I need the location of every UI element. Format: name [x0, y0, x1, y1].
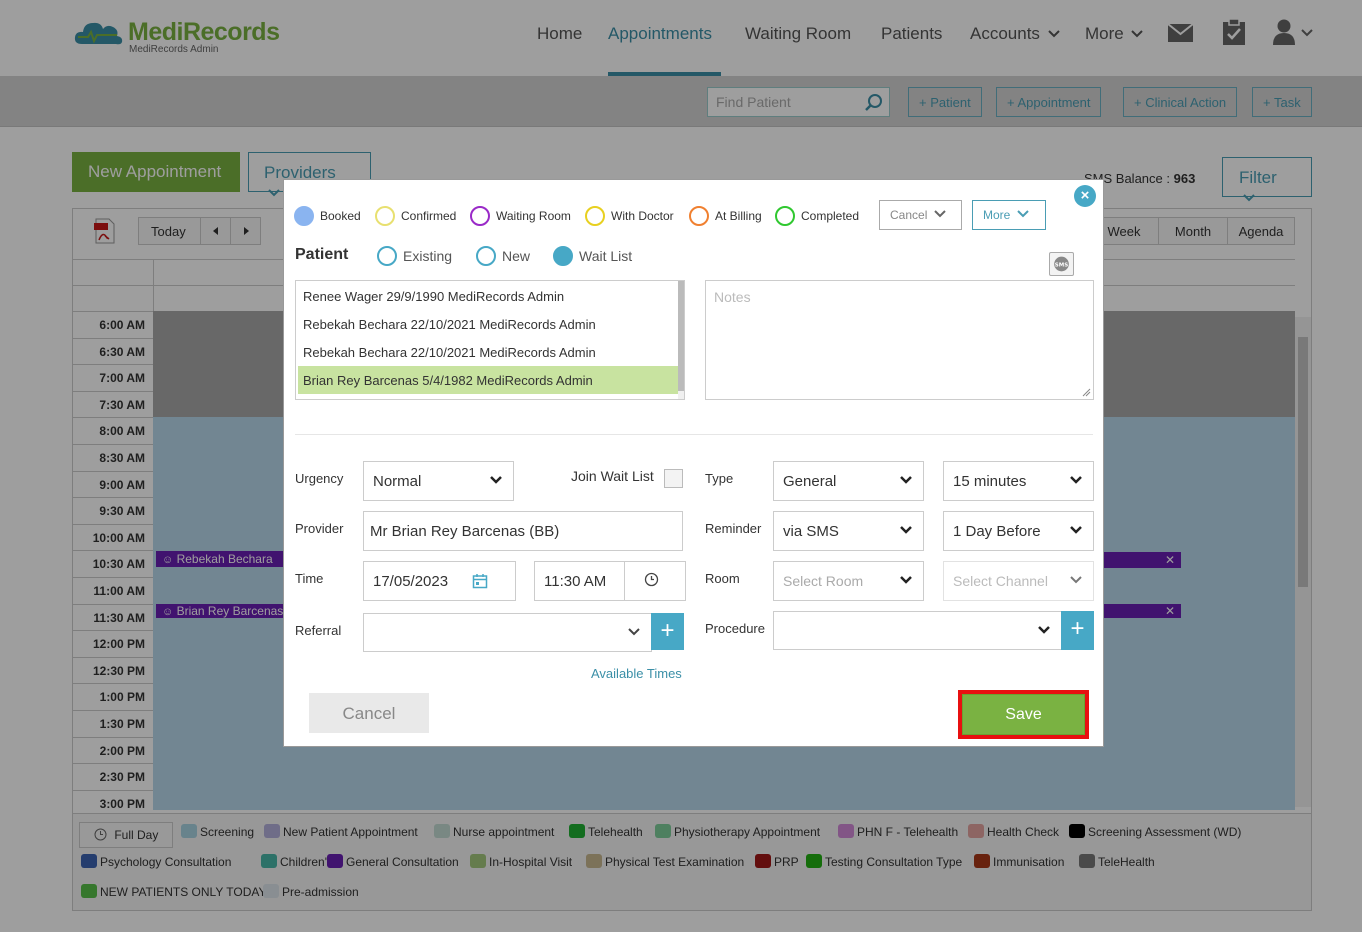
chevron-down-icon [900, 526, 912, 534]
cancel-select-label: Cancel [890, 208, 928, 222]
status-option[interactable]: Waiting Room [470, 206, 571, 226]
urgency-label: Urgency [295, 471, 344, 486]
patient-list-item-selected[interactable]: Brian Rey Barcenas 5/4/1982 MediRecords … [298, 366, 678, 394]
close-icon[interactable]: × [1074, 185, 1096, 207]
procedure-select[interactable] [773, 611, 1062, 650]
patient-list-item[interactable]: Rebekah Bechara 22/10/2021 MediRecords A… [298, 310, 678, 338]
reminder-time-select[interactable]: 1 Day Before [943, 511, 1094, 551]
provider-label: Provider [295, 521, 344, 536]
status-option[interactable]: Completed [775, 206, 859, 226]
patient-mode-new[interactable]: New [476, 246, 530, 266]
patient-list-item[interactable]: Rebekah Bechara 22/10/2021 MediRecords A… [298, 338, 678, 366]
resize-handle-icon[interactable] [1082, 388, 1091, 397]
time-input[interactable]: 11:30 AM [534, 561, 686, 601]
radio-icon [476, 246, 496, 266]
scroll-thumb[interactable] [678, 281, 684, 391]
duration-value: 15 minutes [953, 473, 1027, 490]
room-label: Room [705, 571, 740, 586]
patient-list-scrollbar[interactable] [678, 281, 684, 399]
join-wait-list-checkbox[interactable] [664, 469, 683, 488]
more-status-dropdown[interactable]: More [972, 200, 1046, 230]
reminder-time-value: 1 Day Before [953, 523, 1041, 540]
chevron-down-icon [1038, 626, 1050, 634]
svg-text:SMS: SMS [1055, 262, 1068, 268]
room-select[interactable]: Select Room [773, 561, 924, 601]
chevron-down-icon [933, 210, 946, 218]
status-label: Booked [320, 209, 361, 223]
referral-select[interactable] [363, 613, 652, 652]
status-label: Confirmed [401, 209, 457, 223]
chevron-down-icon [628, 628, 640, 636]
date-value: 17/05/2023 [373, 573, 449, 590]
status-ring-icon [775, 206, 795, 226]
clock-icon[interactable] [644, 572, 659, 587]
provider-input[interactable]: Mr Brian Rey Barcenas (BB) [363, 511, 683, 551]
cancel-button[interactable]: Cancel [309, 693, 429, 733]
patient-mode-label: Existing [403, 248, 453, 264]
join-wait-list-label: Join Wait List [571, 468, 654, 484]
reminder-label: Reminder [705, 521, 762, 536]
status-label: Completed [801, 209, 860, 223]
type-select[interactable]: General [773, 461, 924, 501]
status-ring-icon [375, 206, 395, 226]
procedure-label: Procedure [705, 621, 765, 636]
channel-select[interactable]: Select Channel [943, 561, 1094, 601]
time-label: Time [295, 571, 324, 586]
status-label: With Doctor [611, 209, 674, 223]
urgency-value: Normal [373, 473, 422, 490]
available-times-link[interactable]: Available Times [591, 666, 682, 681]
calendar-icon[interactable] [472, 573, 488, 589]
status-ring-icon [689, 206, 709, 226]
status-label: At Billing [715, 209, 762, 223]
chevron-down-icon [1070, 576, 1082, 584]
urgency-select[interactable]: Normal [363, 461, 514, 501]
sms-icon[interactable]: SMS [1049, 252, 1074, 276]
status-ring-icon [294, 206, 314, 226]
radio-icon [377, 246, 397, 266]
type-value: General [783, 473, 837, 490]
notes-textarea[interactable]: Notes [705, 280, 1094, 400]
referral-label: Referral [295, 623, 342, 638]
save-button[interactable]: Save [962, 694, 1085, 735]
room-placeholder: Select Room [783, 573, 864, 589]
reminder-select[interactable]: via SMS [773, 511, 924, 551]
duration-select[interactable]: 15 minutes [943, 461, 1094, 501]
time-value: 11:30 AM [544, 573, 607, 590]
chevron-down-icon [1016, 210, 1029, 218]
more-select-label: More [983, 208, 1011, 222]
patient-mode-existing[interactable]: Existing [377, 246, 452, 266]
chevron-down-icon [1070, 476, 1082, 484]
reminder-value: via SMS [783, 523, 839, 540]
patient-mode-label: Wait List [579, 248, 633, 264]
status-ring-icon [470, 206, 490, 226]
wait-list-patients: Renee Wager 29/9/1990 MediRecords Admin … [295, 280, 685, 400]
status-ring-icon [585, 206, 605, 226]
appointment-modal: × Booked Confirmed Waiting Room With Doctor… [283, 179, 1104, 747]
patient-mode-wait-list[interactable]: Wait List [553, 246, 632, 266]
status-option[interactable]: With Doctor [585, 206, 674, 226]
field-divider [624, 562, 625, 600]
cancel-status-dropdown[interactable]: Cancel [879, 200, 962, 230]
date-input[interactable]: 17/05/2023 [363, 561, 516, 601]
patient-list-item[interactable]: Renee Wager 29/9/1990 MediRecords Admin [298, 282, 678, 310]
add-referral-button[interactable]: + [651, 613, 684, 650]
chevron-down-icon [900, 476, 912, 484]
patient-label: Patient [295, 246, 349, 263]
chevron-down-icon [490, 476, 502, 484]
status-option[interactable]: Booked [294, 206, 361, 226]
status-option[interactable]: Confirmed [375, 206, 456, 226]
radio-selected-icon [553, 246, 573, 266]
channel-placeholder: Select Channel [953, 573, 1048, 589]
type-label: Type [705, 471, 734, 486]
status-label: Waiting Room [496, 209, 571, 223]
chevron-down-icon [900, 576, 912, 584]
patient-mode-label: New [502, 248, 531, 264]
add-procedure-button[interactable]: + [1061, 611, 1094, 650]
chevron-down-icon [1070, 526, 1082, 534]
status-option[interactable]: At Billing [689, 206, 762, 226]
section-divider [295, 434, 1093, 435]
notes-placeholder: Notes [714, 289, 751, 305]
